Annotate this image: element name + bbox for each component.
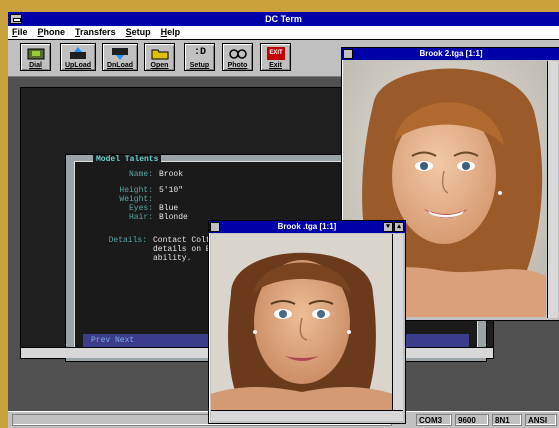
download-label: DnLoad	[106, 62, 134, 69]
photo-window-brook-2-title-bar[interactable]: Brook 2.tga [1:1]	[342, 48, 559, 60]
photo-icon	[229, 49, 247, 59]
menu-phone[interactable]: Phone	[34, 26, 72, 37]
model-talents-title: Model Talents	[93, 155, 162, 164]
minimize-arrow-icon[interactable]: ▾	[383, 222, 393, 232]
status-emulation: ANSI	[525, 414, 557, 426]
dial-label: Dial	[29, 62, 42, 69]
status-baud: 9600	[455, 414, 489, 426]
dial-icon	[27, 48, 45, 60]
photo-window-brook-hscrollbar[interactable]	[211, 410, 403, 421]
dial-button[interactable]: Dial	[20, 43, 51, 71]
height-value: 5'10"	[159, 186, 184, 195]
menu-file[interactable]: File	[8, 26, 34, 37]
photo-window-brook-title: Brook .tga [1:1]	[277, 222, 337, 231]
status-port: COM3	[416, 414, 452, 426]
status-format: 8N1	[492, 414, 522, 426]
menu-setup[interactable]: Setup	[122, 26, 157, 37]
photo-window-brook-2-system-icon[interactable]	[343, 49, 353, 59]
menu-help[interactable]: Help	[157, 26, 187, 37]
maximize-arrow-icon[interactable]: ▴	[394, 222, 404, 232]
hair-label: Hair:	[128, 213, 153, 222]
open-label: Open	[150, 62, 169, 69]
photo-window-brook-system-icon[interactable]	[210, 222, 220, 232]
setup-icon: :D	[193, 47, 206, 58]
weight-label: Weight:	[119, 195, 153, 204]
photo-label: Photo	[227, 62, 248, 69]
app-title: DC Term	[265, 14, 302, 24]
download-button[interactable]: DnLoad	[102, 43, 138, 71]
upload-icon	[70, 47, 86, 59]
height-label: Height:	[119, 186, 153, 195]
photo-window-brook-vscrollbar[interactable]	[392, 234, 403, 411]
exit-icon: EXIT	[267, 47, 285, 60]
photo-button[interactable]: Photo	[222, 43, 253, 71]
setup-button[interactable]: :D Setup	[184, 43, 215, 71]
eyes-label: Eyes:	[128, 204, 153, 213]
photo-window-brook[interactable]: Brook .tga [1:1] ▾ ▴	[208, 220, 406, 424]
open-button[interactable]: Open	[144, 43, 175, 71]
download-icon	[112, 48, 128, 60]
menu-bar: File Phone Transfers Setup Help	[8, 26, 559, 40]
exit-label: Exit	[269, 62, 282, 69]
details-label: Details:	[108, 236, 147, 245]
system-menu-icon[interactable]	[10, 14, 22, 24]
hair-value: Blonde	[159, 213, 188, 222]
upload-label: UpLoad	[64, 62, 92, 69]
folder-icon	[151, 49, 169, 60]
exit-button[interactable]: EXIT Exit	[260, 43, 291, 71]
name-label: Name:	[128, 170, 153, 179]
photo-window-brook-2-title: Brook 2.tga [1:1]	[419, 49, 483, 58]
app-title-bar[interactable]: DC Term	[8, 12, 559, 26]
name-value: Brook	[159, 170, 184, 179]
upload-button[interactable]: UpLoad	[60, 43, 96, 71]
details-line-3: ability.	[153, 254, 192, 263]
menu-transfers[interactable]: Transfers	[71, 26, 122, 37]
photo-brook	[211, 234, 393, 410]
photo-window-brook-2-vscrollbar[interactable]	[547, 61, 558, 318]
eyes-value: Blue	[159, 204, 179, 213]
portrait-brook-image	[211, 234, 393, 410]
photo-window-brook-title-bar[interactable]: Brook .tga [1:1] ▾ ▴	[209, 221, 405, 233]
setup-label: Setup	[189, 62, 210, 69]
